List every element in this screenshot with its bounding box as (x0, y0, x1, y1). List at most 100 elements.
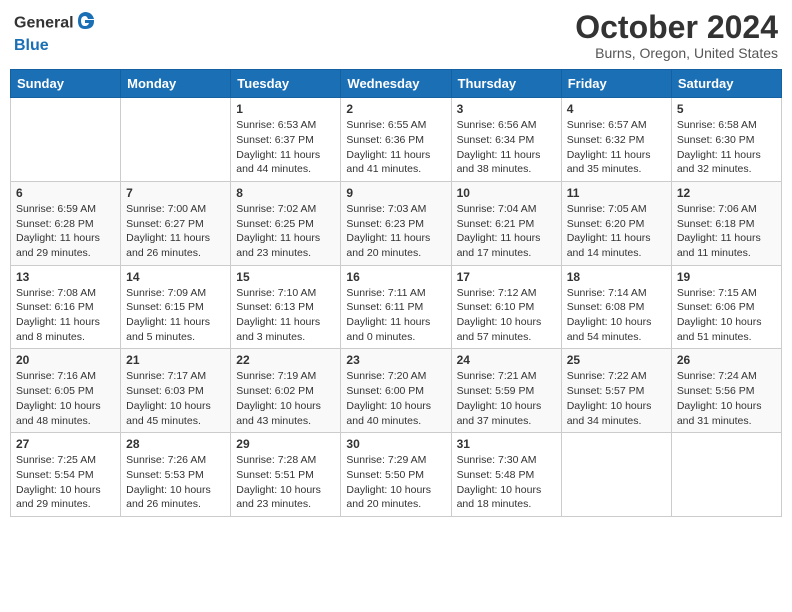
calendar-cell (11, 98, 121, 182)
title-section: October 2024 Burns, Oregon, United State… (575, 10, 778, 61)
logo-icon (74, 10, 96, 32)
logo-text-general: General (14, 15, 74, 32)
calendar-cell: 25Sunrise: 7:22 AM Sunset: 5:57 PM Dayli… (561, 349, 671, 433)
calendar-cell: 5 Sunrise: 6:58 AM Sunset: 6:30 PM Daylig… (671, 98, 781, 182)
calendar-cell: 7Sunrise: 7:00 AM Sunset: 6:27 PM Daylig… (121, 181, 231, 265)
calendar-cell: 15 Sunrise: 7:10 AM Sunset: 6:13 PM Dayli… (231, 265, 341, 349)
day-info: Sunrise: 6:53 AM Sunset: 6:37 PM Dayligh… (236, 118, 335, 177)
day-info: Sunrise: 7:12 AM Sunset: 6:10 PM Dayligh… (457, 286, 556, 345)
calendar-cell (671, 433, 781, 517)
logo-text-blue: Blue (14, 37, 49, 54)
weekday-header: Thursday (451, 70, 561, 98)
day-info: Sunrise: 6:59 AM Sunset: 6:28 PM Dayligh… (16, 202, 115, 261)
day-number: 12 (677, 186, 776, 200)
weekday-header: Wednesday (341, 70, 451, 98)
calendar-cell: 23 Sunrise: 7:20 AM Sunset: 6:00 PM Dayli… (341, 349, 451, 433)
calendar-cell: 14 Sunrise: 7:09 AM Sunset: 6:15 PM Dayli… (121, 265, 231, 349)
calendar-cell: 11 Sunrise: 7:05 AM Sunset: 6:20 PM Dayli… (561, 181, 671, 265)
calendar-cell: 20 Sunrise: 7:16 AM Sunset: 6:05 PM Dayli… (11, 349, 121, 433)
day-info: Sunrise: 7:03 AM Sunset: 6:23 PM Dayligh… (346, 202, 445, 261)
day-info: Sunrise: 7:10 AM Sunset: 6:13 PM Dayligh… (236, 286, 335, 345)
calendar-cell: 29 Sunrise: 7:28 AM Sunset: 5:51 PM Dayli… (231, 433, 341, 517)
day-number: 26 (677, 353, 776, 367)
day-number: 11 (567, 186, 666, 200)
calendar-cell: 6 Sunrise: 6:59 AM Sunset: 6:28 PM Daylig… (11, 181, 121, 265)
day-number: 3 (457, 102, 556, 116)
day-info: Sunrise: 7:26 AM Sunset: 5:53 PM Dayligh… (126, 453, 225, 512)
day-info: Sunrise: 7:00 AM Sunset: 6:27 PM Dayligh… (126, 202, 225, 261)
day-number: 30 (346, 437, 445, 451)
calendar-cell: 16 Sunrise: 7:11 AM Sunset: 6:11 PM Dayli… (341, 265, 451, 349)
day-number: 27 (16, 437, 115, 451)
calendar-cell: 19 Sunrise: 7:15 AM Sunset: 6:06 PM Dayli… (671, 265, 781, 349)
calendar-cell: 27 Sunrise: 7:25 AM Sunset: 5:54 PM Dayli… (11, 433, 121, 517)
calendar-cell: 1 Sunrise: 6:53 AM Sunset: 6:37 PM Daylig… (231, 98, 341, 182)
day-info: Sunrise: 7:20 AM Sunset: 6:00 PM Dayligh… (346, 369, 445, 428)
calendar-cell: 22Sunrise: 7:19 AM Sunset: 6:02 PM Dayli… (231, 349, 341, 433)
day-number: 24 (457, 353, 556, 367)
calendar-week-row: 1 Sunrise: 6:53 AM Sunset: 6:37 PM Daylig… (11, 98, 782, 182)
day-info: Sunrise: 7:30 AM Sunset: 5:48 PM Dayligh… (457, 453, 556, 512)
day-number: 18 (567, 270, 666, 284)
day-number: 19 (677, 270, 776, 284)
weekday-header: Tuesday (231, 70, 341, 98)
day-number: 23 (346, 353, 445, 367)
day-number: 29 (236, 437, 335, 451)
day-info: Sunrise: 7:28 AM Sunset: 5:51 PM Dayligh… (236, 453, 335, 512)
day-info: Sunrise: 7:19 AM Sunset: 6:02 PM Dayligh… (236, 369, 335, 428)
location: Burns, Oregon, United States (575, 45, 778, 61)
day-number: 16 (346, 270, 445, 284)
weekday-header: Monday (121, 70, 231, 98)
page-header: General Blue October 2024 Burns, Oregon,… (10, 10, 782, 61)
day-number: 8 (236, 186, 335, 200)
calendar-cell: 21 Sunrise: 7:17 AM Sunset: 6:03 PM Dayli… (121, 349, 231, 433)
weekday-header: Friday (561, 70, 671, 98)
day-number: 5 (677, 102, 776, 116)
day-info: Sunrise: 6:55 AM Sunset: 6:36 PM Dayligh… (346, 118, 445, 177)
calendar-cell: 26Sunrise: 7:24 AM Sunset: 5:56 PM Dayli… (671, 349, 781, 433)
day-info: Sunrise: 7:29 AM Sunset: 5:50 PM Dayligh… (346, 453, 445, 512)
calendar-cell: 31 Sunrise: 7:30 AM Sunset: 5:48 PM Dayli… (451, 433, 561, 517)
day-info: Sunrise: 7:15 AM Sunset: 6:06 PM Dayligh… (677, 286, 776, 345)
calendar-cell: 13 Sunrise: 7:08 AM Sunset: 6:16 PM Dayli… (11, 265, 121, 349)
day-info: Sunrise: 6:56 AM Sunset: 6:34 PM Dayligh… (457, 118, 556, 177)
day-number: 1 (236, 102, 335, 116)
day-number: 2 (346, 102, 445, 116)
day-info: Sunrise: 6:58 AM Sunset: 6:30 PM Dayligh… (677, 118, 776, 177)
day-number: 21 (126, 353, 225, 367)
day-number: 20 (16, 353, 115, 367)
calendar-cell: 24Sunrise: 7:21 AM Sunset: 5:59 PM Dayli… (451, 349, 561, 433)
weekday-header: Sunday (11, 70, 121, 98)
day-number: 13 (16, 270, 115, 284)
weekday-header: Saturday (671, 70, 781, 98)
day-number: 28 (126, 437, 225, 451)
calendar-cell: 17Sunrise: 7:12 AM Sunset: 6:10 PM Dayli… (451, 265, 561, 349)
calendar-cell: 2 Sunrise: 6:55 AM Sunset: 6:36 PM Daylig… (341, 98, 451, 182)
day-info: Sunrise: 7:17 AM Sunset: 6:03 PM Dayligh… (126, 369, 225, 428)
day-info: Sunrise: 7:08 AM Sunset: 6:16 PM Dayligh… (16, 286, 115, 345)
calendar-cell (121, 98, 231, 182)
calendar-cell: 12Sunrise: 7:06 AM Sunset: 6:18 PM Dayli… (671, 181, 781, 265)
calendar-cell: 10Sunrise: 7:04 AM Sunset: 6:21 PM Dayli… (451, 181, 561, 265)
calendar-cell: 8Sunrise: 7:02 AM Sunset: 6:25 PM Daylig… (231, 181, 341, 265)
day-info: Sunrise: 7:22 AM Sunset: 5:57 PM Dayligh… (567, 369, 666, 428)
month-title: October 2024 (575, 10, 778, 45)
day-number: 15 (236, 270, 335, 284)
calendar-week-row: 13 Sunrise: 7:08 AM Sunset: 6:16 PM Dayli… (11, 265, 782, 349)
calendar-week-row: 6 Sunrise: 6:59 AM Sunset: 6:28 PM Daylig… (11, 181, 782, 265)
day-number: 6 (16, 186, 115, 200)
day-number: 4 (567, 102, 666, 116)
calendar-table: SundayMondayTuesdayWednesdayThursdayFrid… (10, 69, 782, 517)
calendar-week-row: 27 Sunrise: 7:25 AM Sunset: 5:54 PM Dayli… (11, 433, 782, 517)
day-number: 14 (126, 270, 225, 284)
calendar-cell: 18Sunrise: 7:14 AM Sunset: 6:08 PM Dayli… (561, 265, 671, 349)
day-info: Sunrise: 7:09 AM Sunset: 6:15 PM Dayligh… (126, 286, 225, 345)
calendar-cell: 3 Sunrise: 6:56 AM Sunset: 6:34 PM Daylig… (451, 98, 561, 182)
day-info: Sunrise: 7:05 AM Sunset: 6:20 PM Dayligh… (567, 202, 666, 261)
calendar-cell (561, 433, 671, 517)
calendar-body: 1 Sunrise: 6:53 AM Sunset: 6:37 PM Daylig… (11, 98, 782, 517)
day-info: Sunrise: 7:11 AM Sunset: 6:11 PM Dayligh… (346, 286, 445, 345)
day-info: Sunrise: 7:16 AM Sunset: 6:05 PM Dayligh… (16, 369, 115, 428)
day-number: 31 (457, 437, 556, 451)
day-info: Sunrise: 7:25 AM Sunset: 5:54 PM Dayligh… (16, 453, 115, 512)
